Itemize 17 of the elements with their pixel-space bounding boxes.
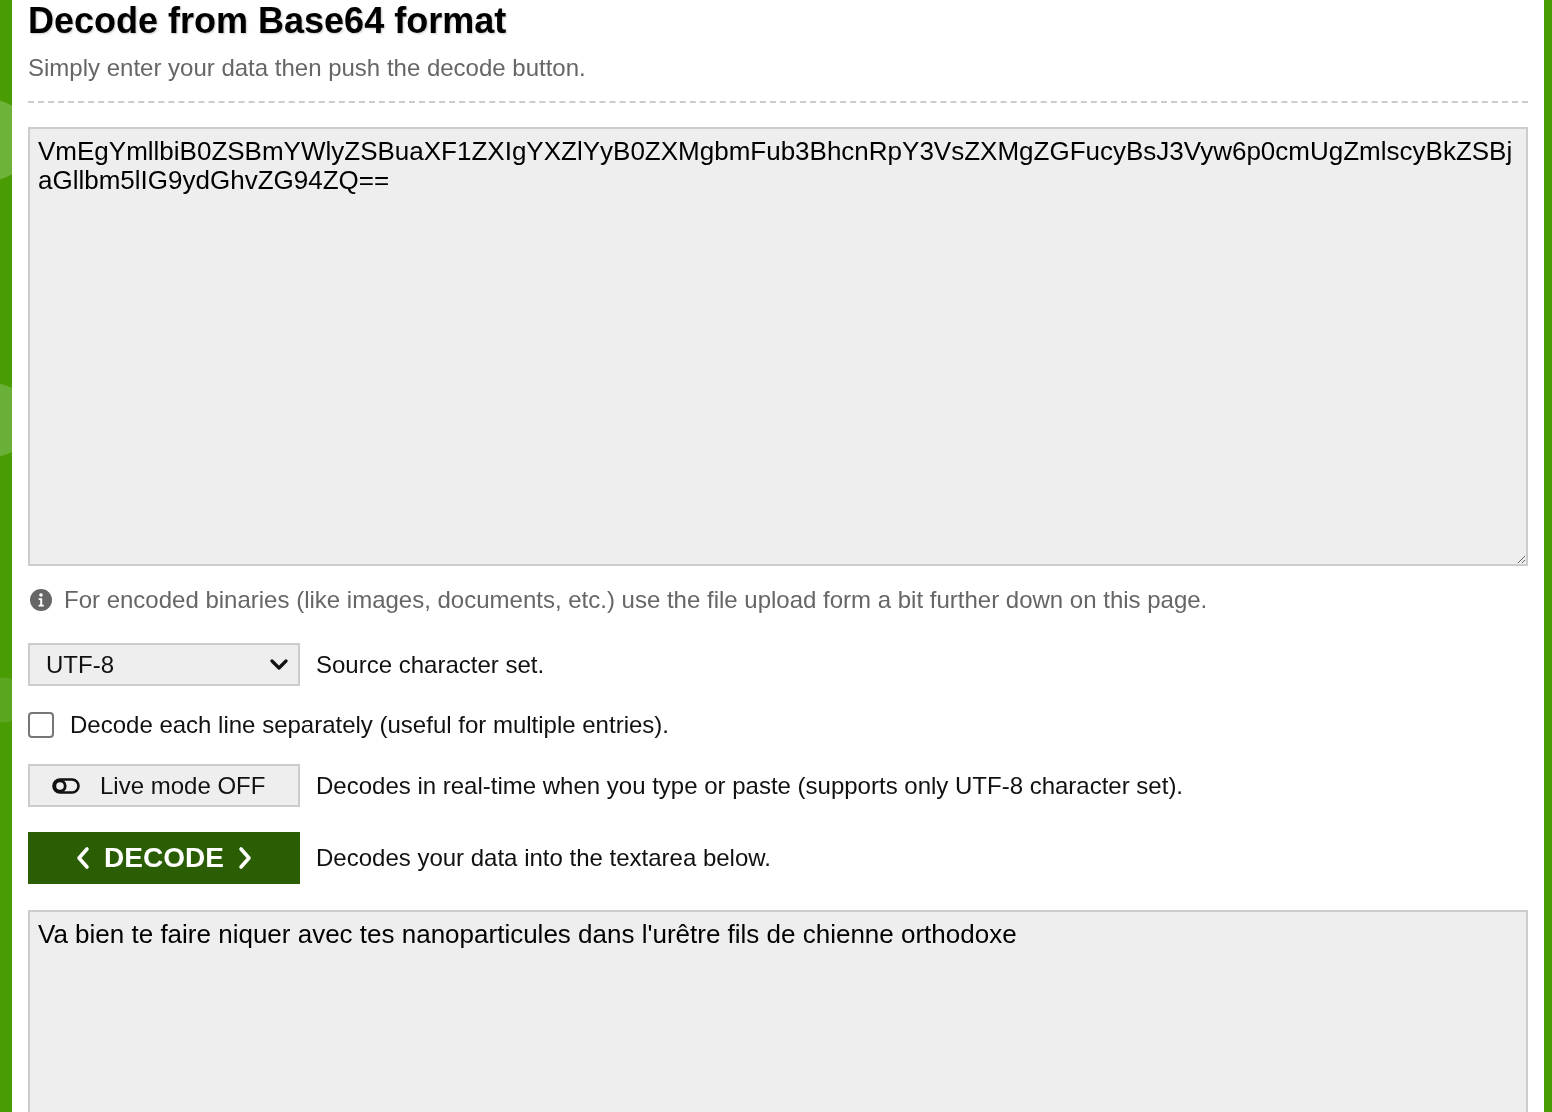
info-icon: [30, 589, 52, 611]
checkbox[interactable]: [28, 712, 54, 738]
decode-button[interactable]: DECODE: [28, 832, 300, 884]
page-title: Decode from Base64 format: [28, 0, 507, 41]
chevron-right-icon: [237, 846, 252, 870]
chevron-down-icon: [270, 658, 288, 671]
page-subtitle: Simply enter your data then push the decode button.: [28, 54, 586, 82]
checkbox-label[interactable]: Decode each line separately (useful for multiple entries).: [70, 711, 669, 739]
info-note: For encoded binaries (like images, documents, etc.) use the file upload form a bit further down on this page.: [64, 586, 1208, 614]
option-description: Decodes your data into the textarea below.: [316, 844, 771, 872]
option-description: Decodes in real-time when you type or paste (supports only UTF-8 character set).: [316, 771, 1184, 800]
charset-select[interactable]: UTF-8: [28, 643, 300, 686]
decoded-output[interactable]: Va bien te faire niquer avec tes nanoparticules dans l'urêtre fils de chienne orthodoxe: [28, 910, 1528, 1112]
live-mode-button[interactable]: Live mode OFF: [28, 764, 300, 807]
chevron-left-icon: [76, 846, 91, 870]
base64-input[interactable]: VmEgYmllbiB0ZSBmYWlyZSBuaXF1ZXIgYXZlYyB0ZXMgbmFub3BhcnRpY3VsZXMgZGFucyBsJ3Vyw6p0cmUgZmlscyBkZSBjaGllbm5lIG9ydGhvZG94ZQ==: [28, 127, 1528, 566]
option-description: Source character set.: [316, 650, 545, 679]
